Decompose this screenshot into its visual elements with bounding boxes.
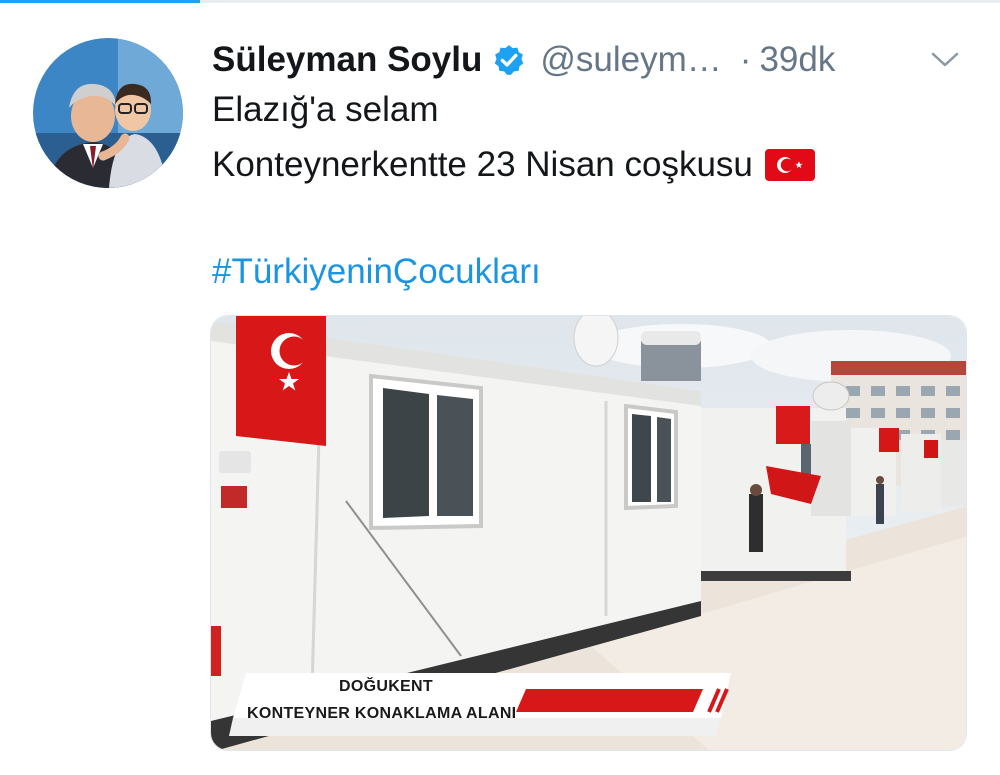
author-handle[interactable]: @suleym… — [540, 40, 721, 80]
tab-indicator-bar — [0, 0, 1000, 3]
chevron-down-icon[interactable] — [928, 49, 962, 71]
verified-badge-icon — [492, 43, 526, 77]
tweet-timestamp[interactable]: 39dk — [759, 40, 835, 80]
tweet-text-line1: Elazığ'a selam — [212, 90, 439, 129]
turkey-flag-icon — [764, 149, 815, 181]
video-caption-subtitle: KONTEYNER KONAKLAMA ALANI — [247, 705, 517, 722]
video-frame-image — [211, 316, 966, 750]
tweet-text-line2: Konteynerkentte 23 Nisan coşkusu — [212, 145, 815, 185]
separator-dot: · — [739, 40, 752, 79]
avatar-image — [33, 38, 183, 188]
author-name[interactable]: Süleyman Soylu — [212, 40, 482, 80]
tweet-video-media[interactable] — [210, 315, 967, 751]
tweet-text-line2-content: Konteynerkentte 23 Nisan coşkusu — [212, 145, 753, 184]
hashtag-link[interactable]: #TürkiyeninÇocukları — [212, 252, 541, 292]
video-caption-title: DOĞUKENT — [339, 678, 433, 695]
active-tab-indicator — [0, 0, 200, 3]
tweet-header: Süleyman Soylu @suleym… · 39dk — [212, 30, 970, 90]
avatar[interactable] — [33, 38, 183, 188]
